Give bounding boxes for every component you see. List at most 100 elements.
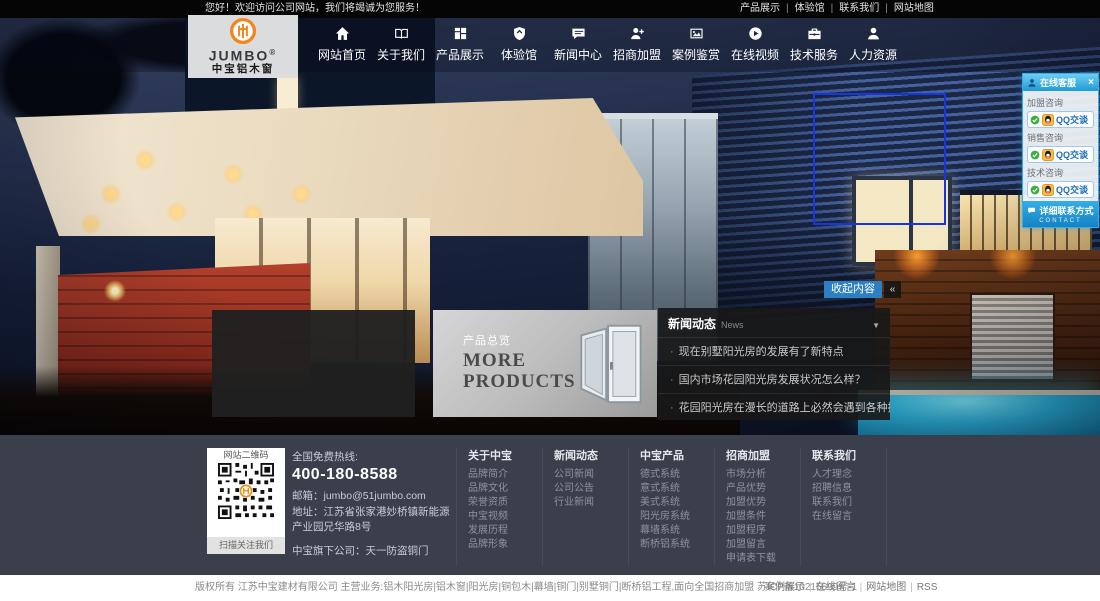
service-panel-header: 在线客服 × <box>1023 74 1098 91</box>
footer-link[interactable]: 公司公告 <box>554 482 628 496</box>
qq-icon <box>1040 184 1056 196</box>
topbar-link[interactable]: 联系我们 <box>839 3 879 14</box>
nav-item-home[interactable]: 网站首页 <box>318 26 366 63</box>
footer-link[interactable]: 联系我们 <box>812 496 886 510</box>
hotline-number: 400-180-8588 <box>292 464 454 486</box>
contact-detail-button[interactable]: 详细联系方式 CONTACT <box>1023 201 1098 227</box>
nav-item-grid[interactable]: 产品展示 <box>436 26 484 63</box>
topbar-link[interactable]: 产品展示 <box>740 3 780 14</box>
footer-link[interactable]: 意式系统 <box>640 482 714 496</box>
collapse-arrow-button[interactable]: « <box>884 281 901 298</box>
nav-item-shield[interactable]: 体验馆 <box>495 26 543 63</box>
news-item[interactable]: ·国内市场花园阳光房发展状况怎么样？ <box>658 365 890 393</box>
bottombar-link[interactable]: 案例展示 <box>765 582 805 593</box>
nav-item-user[interactable]: 人力资源 <box>849 26 897 63</box>
footer-link[interactable]: 加盟留言 <box>726 538 800 552</box>
footer-column: 新闻动态公司新闻公司公告行业新闻 <box>543 448 629 566</box>
footer-link[interactable]: 品牌形象 <box>468 538 542 552</box>
logo-wordmark: JUMBO® <box>209 46 277 63</box>
link-separator: | <box>809 582 812 593</box>
contact-detail-sub: CONTACT <box>1039 218 1082 224</box>
nav-item-user-plus[interactable]: 招商加盟 <box>613 26 661 63</box>
qr-caption[interactable]: 扫描关注我们 <box>207 537 285 554</box>
footer-link[interactable]: 加盟条件 <box>726 510 800 524</box>
check-icon <box>1030 185 1040 195</box>
home-icon <box>335 26 350 42</box>
topbar-link[interactable]: 网站地图 <box>894 3 934 14</box>
topbar-link[interactable]: 体验馆 <box>795 3 825 14</box>
bottombar-link[interactable]: 网站地图 <box>866 582 906 593</box>
link-separator: | <box>910 582 913 593</box>
hero-highlight-box <box>813 93 946 225</box>
footer-link[interactable]: 德式系统 <box>640 468 714 482</box>
footer-link[interactable]: 中宝视频 <box>468 510 542 524</box>
footer-column-title: 中宝产品 <box>640 448 714 464</box>
close-icon[interactable]: × <box>1088 78 1094 88</box>
footer-column-title: 联系我们 <box>812 448 886 464</box>
footer-link[interactable]: 招聘信息 <box>812 482 886 496</box>
subsidiary-line: 中宝旗下公司：天一防盗铜门 <box>292 544 454 558</box>
qr-code <box>218 463 274 519</box>
user-icon <box>866 26 881 42</box>
check-icon <box>1030 115 1040 125</box>
more-products-panel[interactable]: 产品总览 MOREPRODUCTS <box>433 310 657 417</box>
check-icon <box>1030 150 1040 160</box>
qq-chat-button[interactable]: QQ交谈 <box>1027 146 1094 163</box>
nav-item-video[interactable]: 在线视频 <box>731 26 779 63</box>
service-section: 加盟咨询QQ交谈 <box>1027 96 1094 128</box>
collapse-controls: 收起内容 « <box>824 281 901 298</box>
footer-link[interactable]: 加盟优势 <box>726 496 800 510</box>
footer-link[interactable]: 美式系统 <box>640 496 714 510</box>
logo[interactable]: JUMBO® 中宝铝木窗 <box>188 15 298 78</box>
news-item[interactable]: ·花园阳光房在漫长的道路上必然会遇到各种挑战 <box>658 393 890 421</box>
footer-column: 关于中宝品牌简介品牌文化荣誉资质中宝视频发展历程品牌形象 <box>457 448 543 566</box>
news-subtitle: News <box>721 320 872 330</box>
link-separator: | <box>885 3 888 14</box>
news-dropdown-caret[interactable]: ▼ <box>872 321 880 330</box>
footer-link[interactable]: 断桥铝系统 <box>640 538 714 552</box>
news-title: 新闻动态 <box>668 315 716 332</box>
chat-icon <box>571 26 586 42</box>
footer-link[interactable]: 发展历程 <box>468 524 542 538</box>
collapse-content-button[interactable]: 收起内容 <box>824 281 882 298</box>
nav-item-book[interactable]: 关于我们 <box>377 26 425 63</box>
nav-item-gallery[interactable]: 案例鉴赏 <box>672 26 720 63</box>
user-plus-icon <box>630 26 645 42</box>
qq-chat-button[interactable]: QQ交谈 <box>1027 181 1094 198</box>
topbar-links: 产品展示|体验馆|联系我们|网站地图 <box>740 0 934 18</box>
footer-link[interactable]: 在线留言 <box>812 510 886 524</box>
nav-item-chat[interactable]: 新闻中心 <box>554 26 602 63</box>
footer-link[interactable]: 幕墙系统 <box>640 524 714 538</box>
service-panel-title: 在线客服 <box>1040 76 1088 89</box>
footer-link[interactable]: 品牌简介 <box>468 468 542 482</box>
footer-link[interactable]: 市场分析 <box>726 468 800 482</box>
page: 您好！欢迎访问公司网站，我们将竭诚为您服务！ 产品展示|体验馆|联系我们|网站地… <box>0 0 1100 601</box>
bottombar-link[interactable]: RSS <box>917 582 938 593</box>
qr-card: 网站二维码 扫描关注我们 <box>207 448 285 554</box>
footer-column: 联系我们人才理念招聘信息联系我们在线留言 <box>801 448 887 566</box>
service-section: 销售咨询QQ交谈 <box>1027 131 1094 163</box>
qq-chat-button[interactable]: QQ交谈 <box>1027 111 1094 128</box>
footer-link[interactable]: 加盟程序 <box>726 524 800 538</box>
footer-link[interactable]: 申请表下载 <box>726 552 800 566</box>
bottombar-links: 案例展示|在线留言|网站地图|RSS <box>765 575 937 601</box>
footer-link[interactable]: 人才理念 <box>812 468 886 482</box>
shield-icon <box>512 26 527 42</box>
bottombar-link[interactable]: 在线留言 <box>816 582 856 593</box>
footer-link[interactable]: 荣誉资质 <box>468 496 542 510</box>
qq-icon <box>1040 149 1056 161</box>
news-item[interactable]: ·现在别墅阳光房的发展有了新特点 <box>658 337 890 365</box>
footer-link[interactable]: 品牌文化 <box>468 482 542 496</box>
footer-link[interactable]: 行业新闻 <box>554 496 628 510</box>
service-section-label: 技术咨询 <box>1027 166 1094 179</box>
footer: 网站二维码 扫描关注我们 全国免费热线: 400-180-8588 邮箱：jum… <box>0 435 1100 575</box>
grid-icon <box>453 26 468 42</box>
products-dark-panel <box>212 310 415 417</box>
hotline-label: 全国免费热线: <box>292 450 454 464</box>
footer-column-title: 关于中宝 <box>468 448 542 464</box>
contact-address: 地址：江苏省张家港妙桥镇新能源产业园兄华路8号 <box>292 505 454 535</box>
footer-link[interactable]: 公司新闻 <box>554 468 628 482</box>
footer-link[interactable]: 阳光房系统 <box>640 510 714 524</box>
footer-link[interactable]: 产品优势 <box>726 482 800 496</box>
nav-item-briefcase[interactable]: 技术服务 <box>790 26 838 63</box>
